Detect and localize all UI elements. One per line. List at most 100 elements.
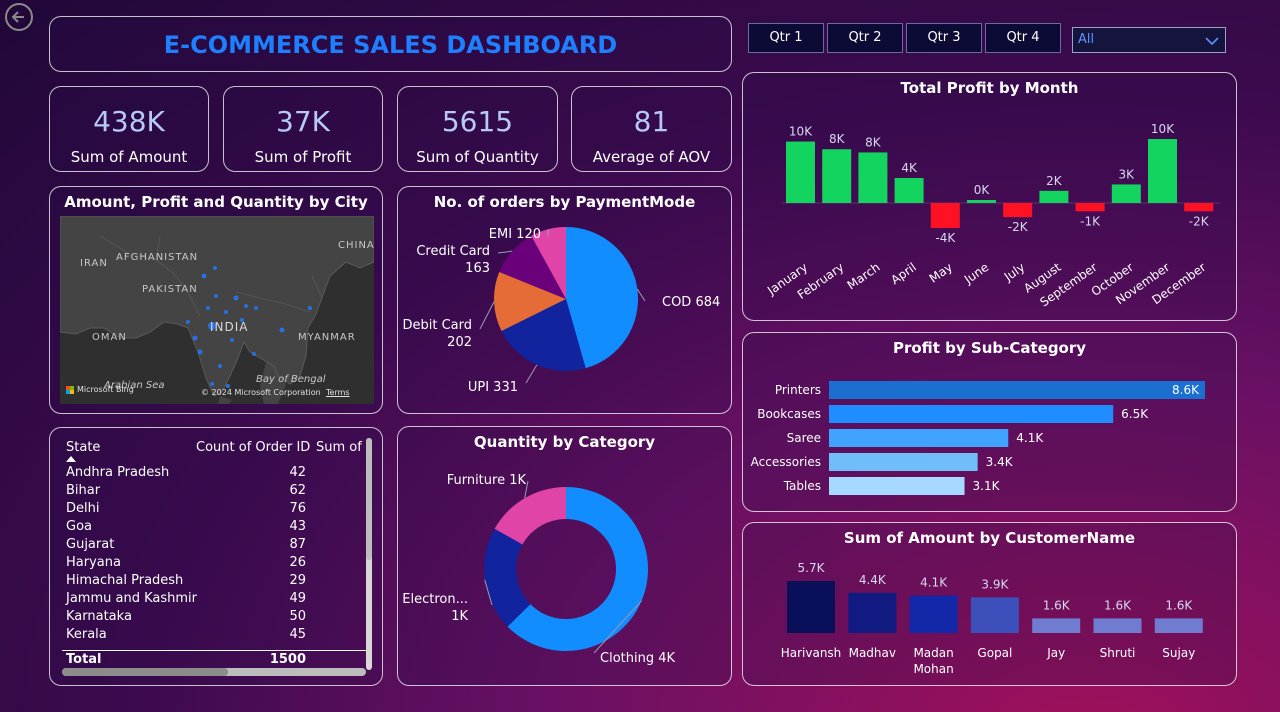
bar-sujay[interactable] bbox=[1154, 618, 1203, 633]
table-row[interactable]: Karnataka 50 bbox=[66, 609, 306, 627]
bar-january[interactable] bbox=[786, 141, 815, 203]
y-tick-label: Bookcases bbox=[757, 407, 821, 421]
table-row[interactable]: Goa 43 bbox=[66, 519, 306, 537]
map-label-bay-of-bengal: Bay of Bengal bbox=[256, 374, 326, 385]
chevron-down-icon bbox=[1205, 37, 1219, 46]
data-label: 4.1K bbox=[1016, 431, 1044, 445]
table-header-count[interactable]: Count of Order ID bbox=[196, 440, 310, 455]
kpi-label: Sum of Quantity bbox=[416, 148, 539, 166]
table-row[interactable]: Kerala 45 bbox=[66, 627, 306, 645]
table-row[interactable]: Haryana 26 bbox=[66, 555, 306, 573]
table-header-sum[interactable]: Sum of C bbox=[316, 440, 368, 455]
slice-label: 1K bbox=[451, 609, 468, 624]
bar-august[interactable] bbox=[1039, 190, 1069, 203]
vertical-scrollbar-thumb[interactable] bbox=[366, 438, 372, 560]
data-label: 6.5K bbox=[1121, 407, 1149, 421]
bar-accessories[interactable] bbox=[829, 453, 978, 471]
bar-may[interactable] bbox=[930, 203, 960, 228]
slice-label: Electron... bbox=[402, 592, 468, 607]
table-header-state[interactable]: State bbox=[66, 440, 100, 455]
slice-label: Clothing 4K bbox=[600, 651, 675, 666]
table-row[interactable]: Gujarat 87 bbox=[66, 537, 306, 555]
map-title: Amount, Profit and Quantity by City bbox=[64, 193, 368, 211]
subcategory-chart[interactable]: Printers 8.6K Bookcases 6.5K Saree 4.1K Access… bbox=[743, 333, 1238, 513]
slice-label: Debit Card bbox=[402, 318, 472, 333]
table-row[interactable]: Andhra Pradesh 42 bbox=[66, 465, 306, 483]
x-tick-label: Madan bbox=[913, 646, 953, 660]
bar-madhav[interactable] bbox=[848, 592, 897, 633]
x-tick-label: Mohan bbox=[913, 662, 953, 676]
x-tick-label: July bbox=[1001, 260, 1028, 284]
back-arrow-icon[interactable] bbox=[4, 2, 34, 32]
state-cell: Gujarat bbox=[66, 537, 115, 552]
bar-september[interactable] bbox=[1075, 203, 1105, 212]
x-tick-label: June bbox=[961, 260, 991, 287]
bar-printers[interactable] bbox=[829, 381, 1205, 399]
bar-march[interactable] bbox=[858, 152, 888, 203]
map-land bbox=[60, 216, 374, 404]
filter-selected-value: All bbox=[1078, 32, 1095, 47]
y-tick-label: Accessories bbox=[751, 455, 821, 469]
bar-june[interactable] bbox=[967, 200, 996, 203]
table-partial-row bbox=[62, 648, 366, 654]
bar-bookcases[interactable] bbox=[829, 405, 1114, 423]
table-row[interactable]: Jammu and Kashmir 49 bbox=[66, 591, 306, 609]
qtr3-button[interactable]: Qtr 3 bbox=[906, 23, 982, 53]
table-row[interactable]: Bihar 62 bbox=[66, 483, 306, 501]
count-cell: 42 bbox=[289, 465, 306, 480]
count-cell: 62 bbox=[289, 483, 306, 498]
bar-december[interactable] bbox=[1184, 203, 1214, 212]
bar-jay[interactable] bbox=[1032, 618, 1081, 633]
count-cell: 29 bbox=[289, 573, 306, 588]
data-label: 1.6K bbox=[1104, 598, 1132, 612]
map-terms-link[interactable]: Terms bbox=[326, 388, 350, 397]
bar-harivansh[interactable] bbox=[787, 581, 835, 633]
table-row[interactable]: Delhi 76 bbox=[66, 501, 306, 519]
bar-july[interactable] bbox=[1003, 203, 1033, 218]
x-tick-label: May bbox=[927, 260, 955, 286]
qtr4-button[interactable]: Qtr 4 bbox=[985, 23, 1061, 53]
count-cell: 49 bbox=[289, 591, 306, 606]
data-label: 10K bbox=[789, 125, 813, 139]
city-map[interactable]: IRAN AFGHANISTAN PAKISTAN INDIA OMAN MYA… bbox=[60, 216, 374, 404]
kpi-label: Sum of Amount bbox=[70, 148, 188, 166]
category-donut-chart[interactable]: Clothing 4K Electron... 1K Furniture 1K bbox=[398, 427, 733, 687]
data-label: 3.1K bbox=[973, 479, 1001, 493]
customer-chart[interactable]: 5.7K Harivansh 4.4K Madhav 4.1K Madan Mohan 3.9… bbox=[743, 523, 1238, 687]
data-label: 3.4K bbox=[986, 455, 1014, 469]
payment-pie-chart[interactable]: COD 684 UPI 331 Debit Card 202 Credit Card 16… bbox=[398, 187, 733, 415]
data-label: 1.6K bbox=[1043, 598, 1071, 612]
bar-gopal[interactable] bbox=[970, 597, 1019, 633]
customer-panel: Sum of Amount by CustomerName 5.7K Hariva… bbox=[742, 522, 1237, 686]
data-label: 8K bbox=[865, 135, 882, 149]
bar-april[interactable] bbox=[894, 178, 924, 203]
map-label-china: CHINA bbox=[338, 240, 374, 251]
bar-shruti[interactable] bbox=[1093, 618, 1142, 633]
kpi-card-aov: 81 Average of AOV bbox=[571, 86, 732, 172]
qtr1-button[interactable]: Qtr 1 bbox=[748, 23, 824, 53]
count-cell: 26 bbox=[289, 555, 306, 570]
leader-line bbox=[479, 301, 495, 330]
y-tick-label: Saree bbox=[787, 431, 821, 445]
bar-madan-mohan[interactable] bbox=[909, 595, 958, 633]
state-cell: Delhi bbox=[66, 501, 100, 516]
bar-october[interactable] bbox=[1111, 184, 1141, 203]
bar-saree[interactable] bbox=[829, 429, 1009, 447]
data-label: 4K bbox=[901, 161, 918, 175]
data-label: 0K bbox=[974, 183, 991, 197]
map-provider: Microsoft Bing bbox=[77, 385, 134, 394]
qtr2-button[interactable]: Qtr 2 bbox=[827, 23, 903, 53]
bar-november[interactable] bbox=[1148, 139, 1177, 203]
bar-tables[interactable] bbox=[829, 477, 965, 495]
state-cell: Karnataka bbox=[66, 609, 132, 624]
filter-dropdown[interactable]: All bbox=[1072, 27, 1226, 53]
slice-label: EMI 120 bbox=[489, 227, 541, 242]
map-label-iran: IRAN bbox=[80, 258, 108, 269]
horizontal-scrollbar-thumb[interactable] bbox=[62, 668, 228, 676]
dashboard-title: E-COMMERCE SALES DASHBOARD bbox=[163, 31, 618, 59]
monthly-profit-chart[interactable]: 10KJanuary8KFebruary8KMarch4KApril-4KMay… bbox=[743, 73, 1238, 322]
table-total-label: Total bbox=[66, 652, 102, 667]
table-row[interactable]: Himachal Pradesh 29 bbox=[66, 573, 306, 591]
slice-label: Furniture 1K bbox=[447, 473, 527, 488]
bar-february[interactable] bbox=[822, 149, 852, 203]
